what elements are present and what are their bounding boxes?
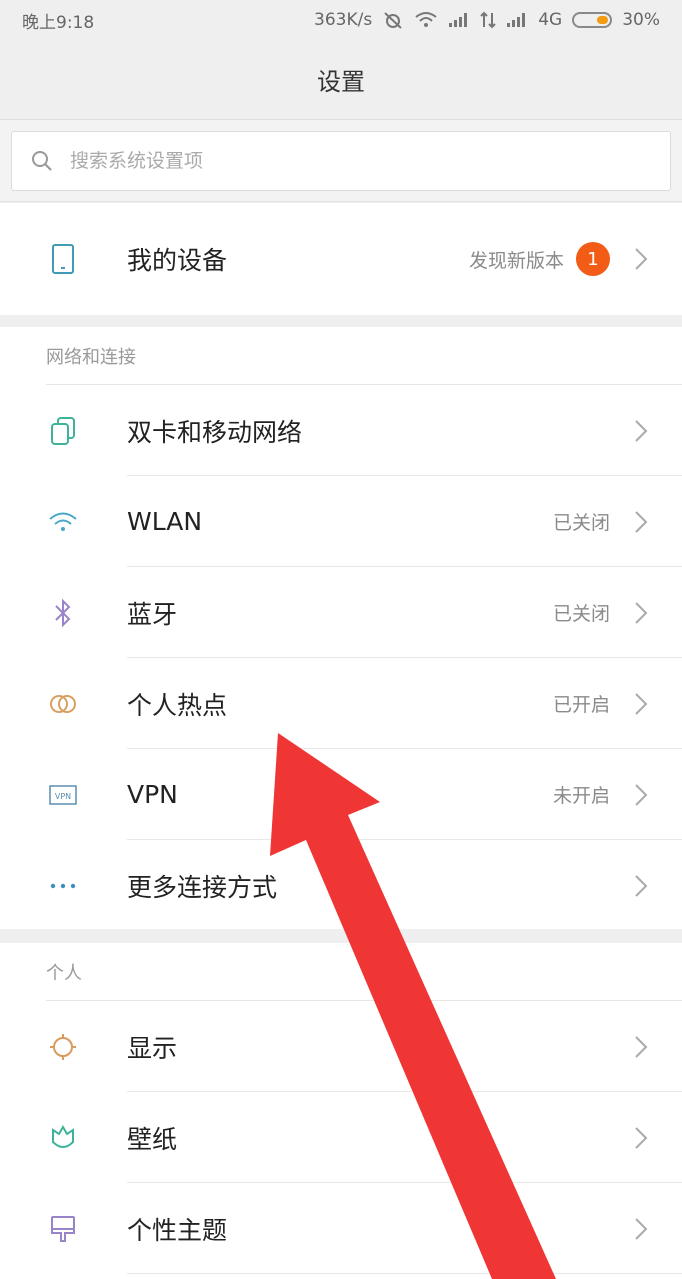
list-item-dual-sim[interactable]: 双卡和移动网络 <box>0 385 682 476</box>
item-value: 已关闭 <box>552 603 610 625</box>
item-value: 已关闭 <box>552 512 610 534</box>
status-time: 晚上9:18 <box>22 12 95 33</box>
chevron-right-icon <box>635 1126 648 1149</box>
network-section: 网络和连接 双卡和移动网络 WLAN 已关闭 蓝牙 已关闭 个人热点 已开启 V… <box>0 327 682 929</box>
search-area <box>0 120 682 202</box>
network-speed: 363K/s <box>314 10 373 30</box>
theme-icon <box>46 1212 80 1246</box>
list-item-bluetooth[interactable]: 蓝牙 已关闭 <box>0 567 682 658</box>
wifi-status-icon <box>415 12 437 27</box>
item-label: WLAN <box>127 507 203 536</box>
chevron-right-icon <box>635 692 648 715</box>
page-title: 设置 <box>0 40 682 120</box>
chevron-right-icon <box>635 1035 648 1058</box>
list-item-more-connections[interactable]: 更多连接方式 <box>0 840 682 931</box>
item-label: 个人热点 <box>127 690 228 720</box>
chevron-right-icon <box>635 248 648 270</box>
item-value: 已开启 <box>552 694 610 716</box>
signal-icon <box>449 13 468 27</box>
network-type: 4G <box>538 10 563 30</box>
item-label: VPN <box>127 780 178 809</box>
status-bar: 晚上9:18 363K/s 4G 30% <box>0 0 682 40</box>
search-box[interactable] <box>11 131 671 191</box>
section-title: 网络和连接 <box>46 347 136 368</box>
divider <box>127 1273 682 1274</box>
list-item-wallpaper[interactable]: 壁纸 <box>0 1092 682 1183</box>
wifi-icon <box>46 505 80 539</box>
item-label: 蓝牙 <box>127 599 178 629</box>
item-label: 个性主题 <box>127 1215 228 1245</box>
item-value: 未开启 <box>552 785 610 807</box>
my-device-item[interactable]: 我的设备 发现新版本 1 <box>0 203 682 315</box>
list-item-wlan[interactable]: WLAN 已关闭 <box>0 476 682 567</box>
chevron-right-icon <box>635 510 648 533</box>
item-label: 壁纸 <box>127 1124 178 1154</box>
status-indicators: 363K/s 4G 30% <box>314 10 660 30</box>
bluetooth-icon <box>46 596 80 630</box>
vpn-icon-text: VPN <box>55 792 71 801</box>
wallpaper-icon <box>46 1121 80 1155</box>
alarm-muted-icon <box>384 12 402 29</box>
search-icon <box>32 151 52 171</box>
personal-section: 个人 显示 壁纸 个性主题 <box>0 943 682 1279</box>
chevron-right-icon <box>635 419 648 442</box>
vpn-icon: VPN <box>46 778 80 812</box>
item-label: 双卡和移动网络 <box>127 417 303 447</box>
search-input[interactable] <box>70 150 630 172</box>
list-item-theme[interactable]: 个性主题 <box>0 1183 682 1274</box>
list-item-vpn[interactable]: VPN VPN 未开启 <box>0 749 682 840</box>
phone-icon <box>46 242 80 276</box>
section-header: 个人 <box>0 943 682 1001</box>
battery-percent: 30% <box>622 10 660 30</box>
chevron-right-icon <box>635 783 648 806</box>
battery-fill <box>597 16 609 24</box>
section-title: 个人 <box>46 963 82 984</box>
list-item-hotspot[interactable]: 个人热点 已开启 <box>0 658 682 749</box>
section-header: 网络和连接 <box>0 327 682 385</box>
hotspot-icon <box>46 687 80 721</box>
item-label: 更多连接方式 <box>127 872 278 902</box>
signal-icon-2 <box>507 13 526 27</box>
new-version-text: 发现新版本 <box>468 249 564 272</box>
list-item-display[interactable]: 显示 <box>0 1001 682 1092</box>
dual-sim-icon <box>46 414 80 448</box>
battery-icon <box>572 12 613 28</box>
my-device-label: 我的设备 <box>127 246 228 275</box>
display-icon <box>46 1030 80 1064</box>
chevron-right-icon <box>635 1217 648 1240</box>
chevron-right-icon <box>635 874 648 897</box>
update-badge: 1 <box>576 242 610 276</box>
item-label: 显示 <box>127 1033 178 1063</box>
chevron-right-icon <box>635 601 648 624</box>
more-dots-icon <box>46 869 80 903</box>
device-card: 我的设备 发现新版本 1 <box>0 203 682 315</box>
data-transfer-icon <box>480 11 496 29</box>
